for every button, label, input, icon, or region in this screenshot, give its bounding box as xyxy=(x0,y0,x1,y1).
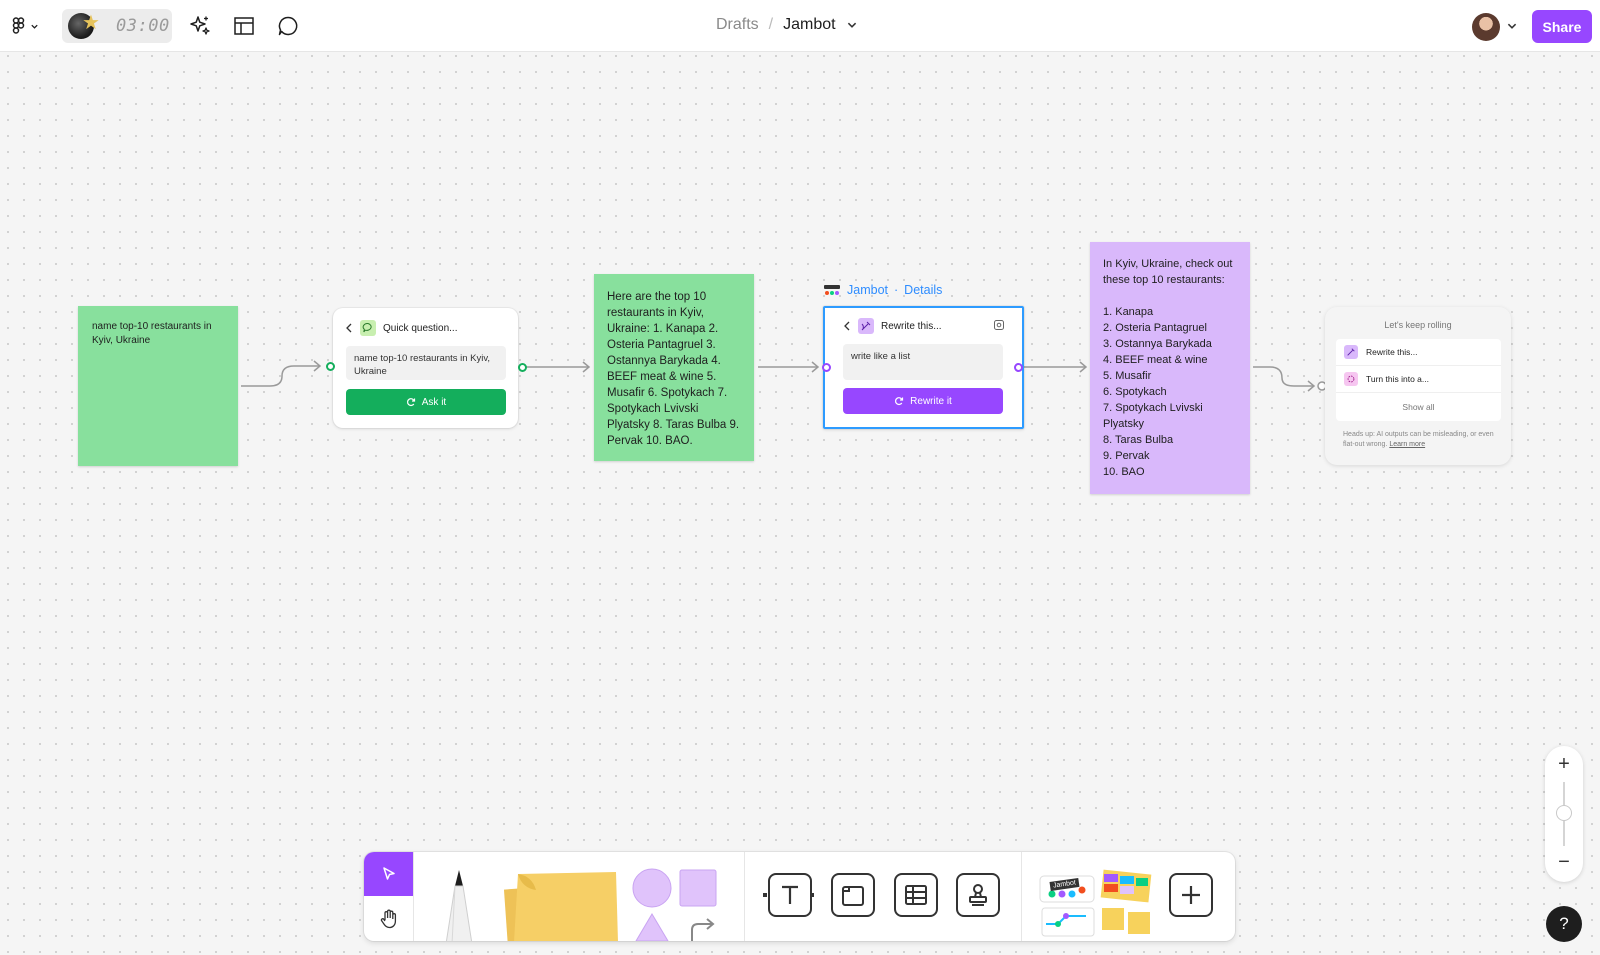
rewrite-icon xyxy=(858,318,874,334)
more-tools-button[interactable] xyxy=(1169,873,1213,917)
quick-question-input[interactable]: name top-10 restaurants in Kyiv, Ukraine xyxy=(346,346,506,380)
settings-icon[interactable] xyxy=(993,319,1005,331)
cursor-icon xyxy=(382,867,395,880)
rewrite-input[interactable]: write like a list xyxy=(843,344,1003,380)
text-tool-handle xyxy=(810,893,814,897)
speech-bubble-icon xyxy=(360,320,376,336)
zoom-control: + − xyxy=(1545,746,1583,882)
toolbar-divider xyxy=(744,852,745,941)
jambot-widgets-tool[interactable]: Jambot xyxy=(1038,868,1158,938)
suggestion-rewrite[interactable]: Rewrite this... xyxy=(1336,339,1501,366)
keep-rolling-card: Let's keep rolling Rewrite this... Turn … xyxy=(1325,307,1511,465)
quick-question-card[interactable]: Quick question... name top-10 restaurant… xyxy=(333,308,518,428)
list-sticky-note[interactable]: In Kyiv, Ukraine, check out these top 10… xyxy=(1090,242,1250,494)
list-item: 10. BAO xyxy=(1103,466,1145,478)
suggestion-list: Rewrite this... Turn this into a... Show… xyxy=(1336,339,1501,421)
rewrite-icon xyxy=(1344,345,1358,359)
list-item: 1. Kanapa xyxy=(1103,306,1154,318)
table-icon xyxy=(905,885,927,905)
answer-sticky-note[interactable]: Here are the top 10 restaurants in Kyiv,… xyxy=(594,274,754,461)
sticky-note-tool[interactable] xyxy=(502,870,622,941)
connector-5 xyxy=(1253,366,1314,387)
text-tool[interactable] xyxy=(768,873,812,917)
widgets-illustration xyxy=(1039,869,1152,937)
zoom-in-button[interactable]: + xyxy=(1545,752,1583,776)
jambot-widget-icon xyxy=(824,285,840,295)
output-port[interactable] xyxy=(1014,363,1023,372)
hand-tool[interactable] xyxy=(364,896,413,941)
refresh-icon xyxy=(406,398,415,407)
list-item: 8. Taras Bulba xyxy=(1103,434,1174,446)
transform-icon xyxy=(1344,372,1358,386)
list-item: 3. Ostannya Barykada xyxy=(1103,338,1212,350)
ask-it-button[interactable]: Ask it xyxy=(346,389,506,415)
list-item: 7. Spotykach Lvivski Plyatsky xyxy=(1103,402,1203,430)
rewrite-card[interactable]: Rewrite this... write like a list Rewrit… xyxy=(823,306,1024,429)
back-chevron-icon[interactable] xyxy=(345,323,353,333)
toolbar-divider xyxy=(1021,852,1022,941)
bottom-toolbar: Jambot xyxy=(364,852,1235,941)
stamp-tool[interactable] xyxy=(956,873,1000,917)
table-tool[interactable] xyxy=(894,873,938,917)
rewrite-it-label: Rewrite it xyxy=(910,395,952,407)
connector-1 xyxy=(241,365,320,387)
ask-it-label: Ask it xyxy=(421,396,447,408)
hand-icon xyxy=(380,909,396,928)
list-item: 4. BEEF meat & wine xyxy=(1103,354,1208,366)
toolbar-divider xyxy=(413,852,414,941)
rewrite-it-button[interactable]: Rewrite it xyxy=(843,388,1003,414)
card-header: Rewrite this... xyxy=(843,318,942,334)
show-all-link[interactable]: Show all xyxy=(1336,393,1501,421)
output-port[interactable] xyxy=(518,363,527,372)
shapes-tool[interactable] xyxy=(630,868,724,941)
list-intro: In Kyiv, Ukraine, check out these top 10… xyxy=(1103,258,1233,286)
connector-lines xyxy=(241,360,1327,392)
list-item: 6. Spotykach xyxy=(1103,386,1167,398)
card-header: Quick question... xyxy=(345,320,457,336)
rewrite-card-title: Rewrite this... xyxy=(881,320,942,332)
prompt-sticky-note[interactable]: name top-10 restaurants in Kyiv, Ukraine xyxy=(78,306,238,466)
keep-rolling-title: Let's keep rolling xyxy=(1384,320,1452,330)
stamp-icon xyxy=(969,884,987,906)
zoom-out-button[interactable]: − xyxy=(1545,850,1583,874)
suggestion-turn-into[interactable]: Turn this into a... xyxy=(1336,366,1501,393)
plus-icon xyxy=(1182,886,1200,904)
quick-card-title: Quick question... xyxy=(383,322,458,334)
marker-tool[interactable] xyxy=(434,868,484,941)
list-item: 9. Pervak xyxy=(1103,450,1150,462)
answer-sticky-text: Here are the top 10 restaurants in Kyiv,… xyxy=(607,291,740,447)
suggestion-label: Rewrite this... xyxy=(1366,347,1418,357)
prompt-sticky-text: name top-10 restaurants in Kyiv, Ukraine xyxy=(92,321,212,346)
suggestion-label: Turn this into a... xyxy=(1366,374,1429,384)
text-icon xyxy=(782,885,798,904)
learn-more-link[interactable]: Learn more xyxy=(1389,441,1425,448)
refresh-icon xyxy=(895,397,904,406)
list-item: 5. Musafir xyxy=(1103,370,1152,382)
input-port[interactable] xyxy=(822,363,831,372)
select-tool[interactable] xyxy=(364,852,413,896)
details-link[interactable]: Details xyxy=(904,283,942,297)
widget-label: Jambot · Details xyxy=(823,283,942,297)
section-icon xyxy=(842,886,864,906)
label-separator: · xyxy=(894,283,899,297)
ai-disclaimer: Heads up: AI outputs can be misleading, … xyxy=(1343,430,1503,450)
list-item: 2. Osteria Pantagruel xyxy=(1103,322,1207,334)
jambot-name[interactable]: Jambot xyxy=(847,283,888,297)
input-port[interactable] xyxy=(326,362,335,371)
help-button[interactable]: ? xyxy=(1546,906,1582,942)
zoom-slider-handle[interactable] xyxy=(1556,805,1572,821)
text-tool-handle xyxy=(763,893,767,897)
back-chevron-icon[interactable] xyxy=(843,321,851,331)
section-tool[interactable] xyxy=(831,873,875,917)
